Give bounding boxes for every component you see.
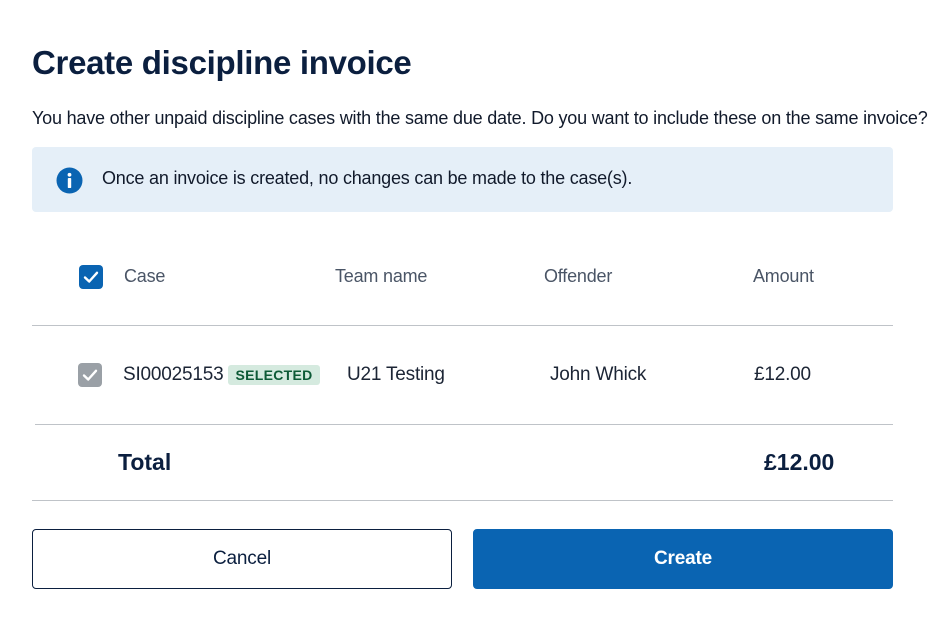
total-divider (32, 500, 893, 501)
row-divider (35, 424, 893, 425)
info-text: Once an invoice is created, no changes c… (102, 168, 633, 188)
info-icon (56, 167, 83, 194)
dialog-title: Create discipline invoice (32, 44, 412, 81)
cancel-button[interactable]: Cancel (32, 529, 452, 589)
checkmark-icon (82, 369, 98, 381)
dialog-subtitle: You have other unpaid discipline cases w… (32, 108, 928, 128)
row-checkbox[interactable] (78, 363, 102, 387)
amount-cell: £12.00 (754, 364, 811, 385)
column-header-offender[interactable]: Offender (544, 266, 612, 287)
column-header-amount[interactable]: Amount (753, 266, 814, 287)
total-label: Total (118, 449, 172, 475)
total-value: £12.00 (764, 449, 835, 475)
checkmark-icon (83, 271, 99, 283)
create-button[interactable]: Create (473, 529, 893, 589)
select-all-checkbox[interactable] (79, 265, 103, 289)
selected-badge: SELECTED (228, 365, 320, 385)
offender-cell: John Whick (550, 364, 647, 385)
info-banner: Once an invoice is created, no changes c… (32, 147, 893, 212)
team-name-cell: U21 Testing (347, 364, 445, 385)
case-id: SI00025153 (123, 364, 224, 385)
column-header-team-name[interactable]: Team name (335, 266, 427, 287)
create-invoice-dialog: Create discipline invoice You have other… (0, 0, 930, 618)
column-header-case[interactable]: Case (124, 266, 165, 287)
header-divider (32, 325, 893, 326)
